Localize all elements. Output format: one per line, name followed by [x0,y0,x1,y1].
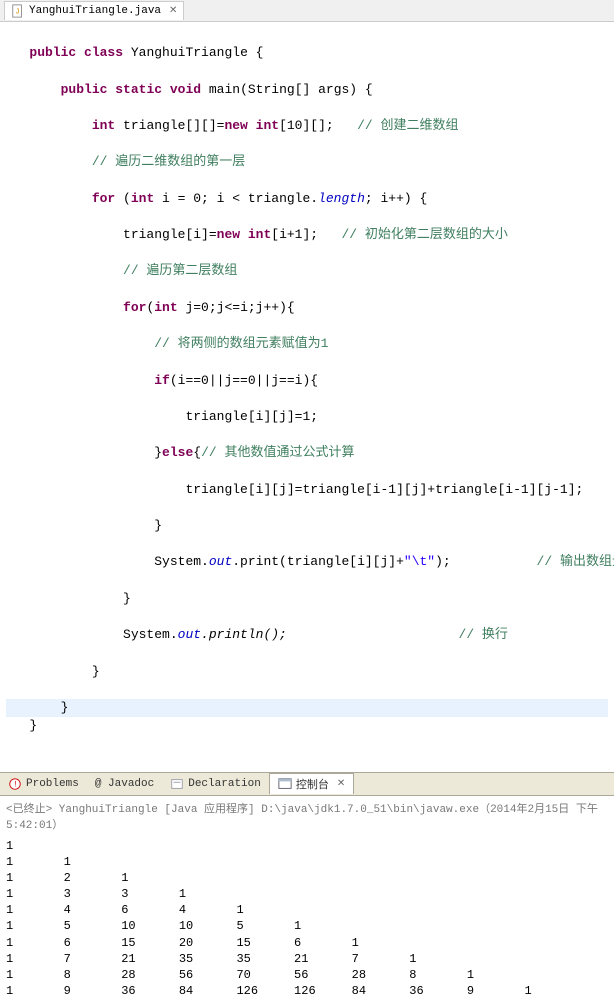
tab-declaration[interactable]: Declaration [162,775,269,793]
code-line: } [6,717,608,735]
code-line: public class YanghuiTriangle { [6,44,608,62]
editor-tab-bar: J YanghuiTriangle.java ✕ [0,0,614,22]
editor-tab-yanghui[interactable]: J YanghuiTriangle.java ✕ [4,1,184,20]
code-line: triangle[i][j]=1; [6,408,608,426]
code-line: // 遍历第二层数组 [6,262,608,280]
svg-text:!: ! [13,780,18,789]
tab-console[interactable]: 控制台 ✕ [269,773,354,794]
code-line: if(i==0||j==0||j==i){ [6,372,608,390]
code-line-highlighted: } [6,699,608,717]
code-line: }else{// 其他数值通过公式计算 [6,444,608,462]
close-icon[interactable]: ✕ [337,778,345,790]
close-icon[interactable]: ✕ [169,5,177,17]
code-line: System.out.print(triangle[i][j]+"\t"); /… [6,553,608,571]
views-bar: ! Problems @ Javadoc Declaration 控制台 ✕ [0,772,614,796]
tab-javadoc[interactable]: @ Javadoc [87,776,162,792]
tab-label: Declaration [188,778,261,790]
code-line: int triangle[][]=new int[10][]; // 创建二维数… [6,117,608,135]
java-file-icon: J [11,4,25,18]
code-line: public static void main(String[] args) { [6,81,608,99]
code-line: triangle[i]=new int[i+1]; // 初始化第二层数组的大小 [6,226,608,244]
problems-icon: ! [8,777,22,791]
svg-text:J: J [15,9,19,17]
tab-label: 控制台 [296,776,329,792]
code-line: for(int j=0;j<=i;j++){ [6,299,608,317]
editor-tab-label: YanghuiTriangle.java [29,5,161,17]
code-line: triangle[i][j]=triangle[i-1][j]+triangle… [6,481,608,499]
code-line: for (int i = 0; i < triangle.length; i++… [6,190,608,208]
code-line: } [6,590,608,608]
code-editor[interactable]: public class YanghuiTriangle { public st… [0,22,614,758]
code-line: } [6,517,608,535]
tab-label: @ Javadoc [95,778,154,790]
console-header: <已终止> YanghuiTriangle [Java 应用程序] D:\jav… [0,796,614,836]
console-icon [278,777,292,791]
code-line: System.out.println(); // 换行 [6,626,608,644]
declaration-icon [170,777,184,791]
code-line: // 遍历二维数组的第一层 [6,153,608,171]
tab-problems[interactable]: ! Problems [0,775,87,793]
code-line: // 将两侧的数组元素赋值为1 [6,335,608,353]
code-line: } [6,663,608,681]
tab-label: Problems [26,778,79,790]
console-output[interactable]: 1 1 1 1 2 1 1 3 3 1 1 4 6 4 1 1 5 10 10 … [0,836,614,1001]
